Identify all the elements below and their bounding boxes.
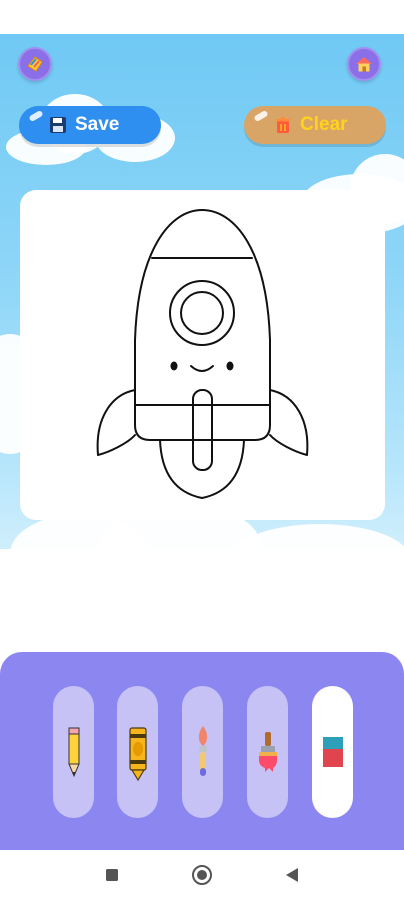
drawing-canvas[interactable] bbox=[20, 190, 385, 520]
clear-button[interactable]: Clear bbox=[244, 106, 386, 144]
eraser-tool[interactable] bbox=[312, 686, 353, 818]
save-label: Save bbox=[75, 114, 120, 135]
eraser-icon bbox=[322, 737, 343, 767]
clear-label: Clear bbox=[300, 114, 348, 135]
home-button[interactable] bbox=[347, 47, 381, 81]
fill-brush-icon bbox=[258, 732, 277, 772]
paint-brush-tool[interactable] bbox=[182, 686, 223, 818]
status-bar bbox=[0, 0, 404, 34]
ground bbox=[0, 549, 404, 580]
triangle-back-icon bbox=[286, 868, 298, 882]
trash-icon bbox=[276, 117, 290, 133]
pencil-tool[interactable] bbox=[53, 686, 94, 818]
home-icon bbox=[356, 57, 372, 72]
crayon-icon bbox=[128, 727, 147, 782]
square-icon bbox=[106, 869, 118, 881]
rocket-outline-drawing bbox=[96, 209, 309, 499]
crayon-tool[interactable] bbox=[117, 686, 158, 818]
circle-icon bbox=[192, 865, 212, 885]
home-nav-button[interactable] bbox=[187, 860, 217, 890]
save-button[interactable]: Save bbox=[19, 106, 161, 144]
pencil-icon bbox=[67, 727, 80, 778]
palette-icon bbox=[27, 56, 43, 72]
tool-panel bbox=[0, 652, 404, 850]
fill-brush-tool[interactable] bbox=[247, 686, 288, 818]
back-button[interactable] bbox=[277, 860, 307, 890]
palette-button[interactable] bbox=[18, 47, 52, 81]
floppy-disk-icon bbox=[50, 117, 66, 133]
paint-brush-icon bbox=[198, 726, 207, 776]
recents-button[interactable] bbox=[97, 860, 127, 890]
system-nav-bar bbox=[0, 850, 404, 900]
